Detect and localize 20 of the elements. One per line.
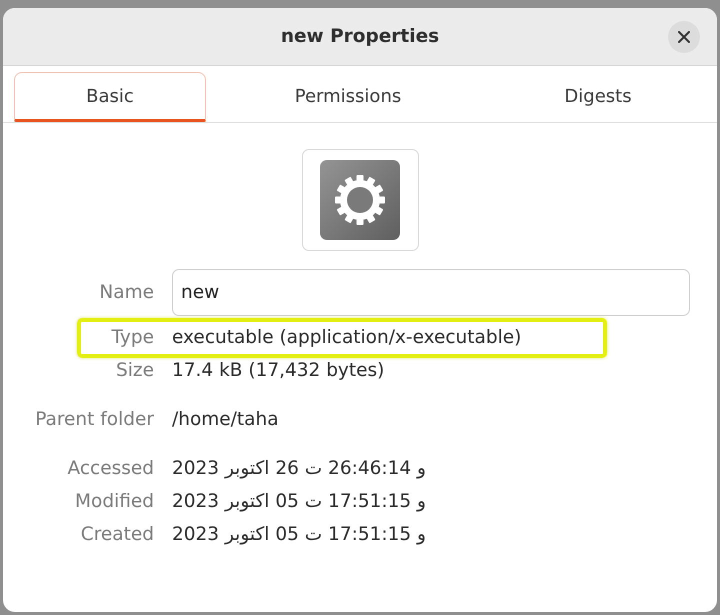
property-label: Name [99, 282, 154, 303]
property-value: و 17:51:15 ت 05 اكتوبر 2023 [172, 524, 427, 545]
property-value: executable (application/x-executable) [172, 327, 522, 348]
gear-icon [320, 160, 400, 240]
property-label: Type [112, 327, 154, 348]
property-label: Size [116, 360, 154, 381]
property-label: Accessed [68, 458, 154, 479]
property-label: Parent folder [35, 409, 154, 430]
close-button[interactable] [668, 20, 700, 52]
property-value: 17.4 kB (17,432 bytes) [172, 360, 386, 381]
property-label: Created [80, 524, 154, 545]
tab[interactable]: Basic [14, 72, 206, 122]
property-value: و 17:51:15 ت 05 اكتوبر 2023 [172, 491, 427, 512]
window-title: new Properties [280, 26, 440, 47]
property-value: و 26:46:14 ت 26 اكتوبر 2023 [172, 458, 427, 479]
property-label: Modified [75, 491, 154, 512]
close-icon [678, 30, 690, 42]
name-field[interactable]: new [172, 269, 690, 316]
property-value: /home/taha [172, 409, 280, 430]
icon-button[interactable] [302, 149, 418, 251]
